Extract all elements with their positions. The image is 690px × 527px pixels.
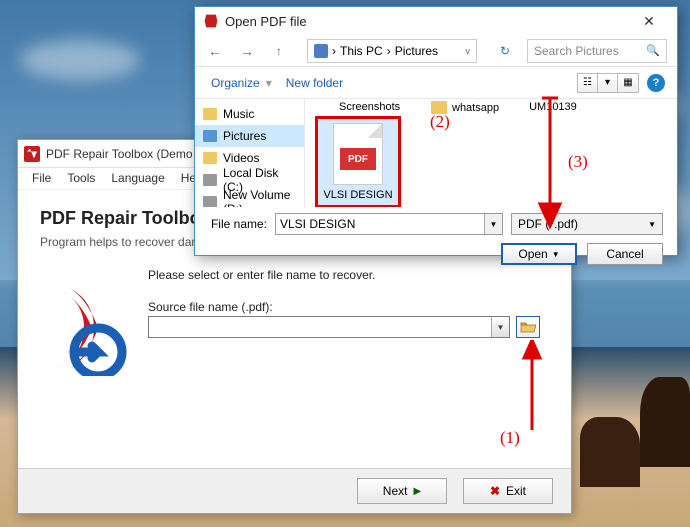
nav-up-button[interactable]: ↑ — [269, 41, 289, 61]
menu-language[interactable]: Language — [103, 168, 172, 189]
drive-icon — [203, 196, 217, 207]
filename-label: File name: — [209, 217, 267, 231]
next-button-label: Next — [383, 484, 408, 498]
filename-dropdown[interactable]: ▼ — [484, 214, 502, 234]
tree-label: Music — [223, 107, 254, 121]
open-button-label: Open — [518, 247, 547, 261]
separator: ▾ — [266, 76, 272, 90]
source-file-input-wrap: ▼ — [148, 316, 510, 338]
dialog-close-button[interactable]: ✕ — [629, 9, 669, 33]
search-placeholder: Search Pictures — [534, 44, 619, 58]
filetype-select[interactable]: PDF (*.pdf) ▼ — [511, 213, 663, 235]
arrow-right-icon: ▶ — [413, 486, 421, 497]
close-x-icon: ✖ — [490, 484, 500, 498]
folder-screenshots[interactable]: Screenshots — [339, 101, 401, 113]
source-file-dropdown[interactable]: ▼ — [491, 317, 509, 337]
main-footer: Next ▶ ✖ Exit — [18, 468, 571, 513]
breadcrumb[interactable]: › This PC › Pictures v — [307, 39, 477, 63]
filename-input-wrap: ▼ — [275, 213, 503, 235]
pictures-icon — [203, 130, 217, 142]
videos-icon — [203, 152, 217, 164]
new-folder-button[interactable]: New folder — [286, 76, 343, 90]
breadcrumb-sep: › — [332, 44, 336, 58]
file-label: VLSI DESIGN — [322, 189, 394, 201]
file-vlsi-design[interactable]: PDF VLSI DESIGN — [315, 116, 401, 207]
source-file-label: Source file name (.pdf): — [148, 300, 273, 314]
pdf-file-icon: PDF — [333, 123, 383, 185]
chevron-down-icon: ▼ — [648, 220, 656, 229]
folder-open-icon — [520, 320, 536, 334]
breadcrumb-pictures[interactable]: Pictures — [395, 44, 438, 58]
source-file-input[interactable] — [149, 317, 491, 337]
refresh-button[interactable]: ↻ — [495, 44, 515, 58]
nav-forward-button[interactable]: → — [237, 41, 257, 61]
pdf-badge: PDF — [340, 148, 376, 170]
next-button[interactable]: Next ▶ — [357, 478, 447, 504]
dialog-toolbar: Organize ▾ New folder ☷ ▾ ▦ ? — [195, 67, 677, 99]
dialog-icon — [203, 13, 219, 29]
folder-um10139[interactable]: UM10139 — [529, 101, 577, 113]
breadcrumb-sep: › — [387, 44, 391, 58]
tree-label: Pictures — [223, 129, 266, 143]
open-file-dialog: Open PDF file ✕ ← → ↑ › This PC › Pictur… — [194, 6, 678, 256]
view-icons-button[interactable]: ☷ — [578, 74, 598, 92]
folder-tree: Music Pictures Videos Local Disk (C:) Ne… — [195, 99, 305, 207]
music-icon — [203, 108, 217, 120]
view-mode-switcher[interactable]: ☷ ▾ ▦ — [577, 73, 639, 93]
dialog-titlebar[interactable]: Open PDF file ✕ — [195, 7, 677, 35]
tree-new-volume[interactable]: New Volume (D:) — [195, 191, 304, 207]
nav-back-button[interactable]: ← — [205, 41, 225, 61]
app-icon — [24, 146, 40, 162]
dialog-title: Open PDF file — [225, 14, 307, 29]
exit-button[interactable]: ✖ Exit — [463, 478, 553, 504]
tree-label: New Volume (D:) — [223, 188, 296, 207]
app-logo — [36, 280, 132, 376]
tree-pictures[interactable]: Pictures — [195, 125, 304, 147]
breadcrumb-pc[interactable]: This PC — [340, 44, 383, 58]
folder-whatsapp[interactable]: whatsapp — [431, 101, 499, 114]
folder-label: UM10139 — [529, 101, 577, 113]
browse-button[interactable] — [516, 316, 540, 338]
folder-icon — [431, 101, 447, 114]
open-button[interactable]: Open▼ — [501, 243, 577, 265]
search-icon: 🔍 — [646, 44, 660, 57]
view-details-button[interactable]: ▦ — [618, 74, 638, 92]
dialog-nav: ← → ↑ › This PC › Pictures v ↻ Search Pi… — [195, 35, 677, 67]
view-dropdown[interactable]: ▾ — [598, 74, 618, 92]
filename-input[interactable] — [276, 214, 484, 234]
dialog-bottom: File name: ▼ PDF (*.pdf) ▼ Open▼ Cancel — [195, 207, 677, 275]
pc-icon — [314, 44, 328, 58]
filetype-label: PDF (*.pdf) — [518, 217, 578, 231]
file-list[interactable]: Screenshots PDF VLSI DESIGN whatsapp UM1… — [305, 99, 677, 207]
cancel-button[interactable]: Cancel — [587, 243, 663, 265]
tree-label: Videos — [223, 151, 259, 165]
folder-label: Screenshots — [339, 101, 400, 113]
exit-button-label: Exit — [506, 484, 526, 498]
chevron-down-icon[interactable]: v — [466, 46, 471, 56]
help-button[interactable]: ? — [647, 74, 665, 92]
organize-button[interactable]: Organize — [207, 76, 264, 90]
menu-tools[interactable]: Tools — [59, 168, 103, 189]
menu-file[interactable]: File — [24, 168, 59, 189]
folder-label: whatsapp — [452, 102, 499, 114]
drive-icon — [203, 174, 217, 186]
search-input[interactable]: Search Pictures 🔍 — [527, 39, 667, 63]
tree-music[interactable]: Music — [195, 103, 304, 125]
